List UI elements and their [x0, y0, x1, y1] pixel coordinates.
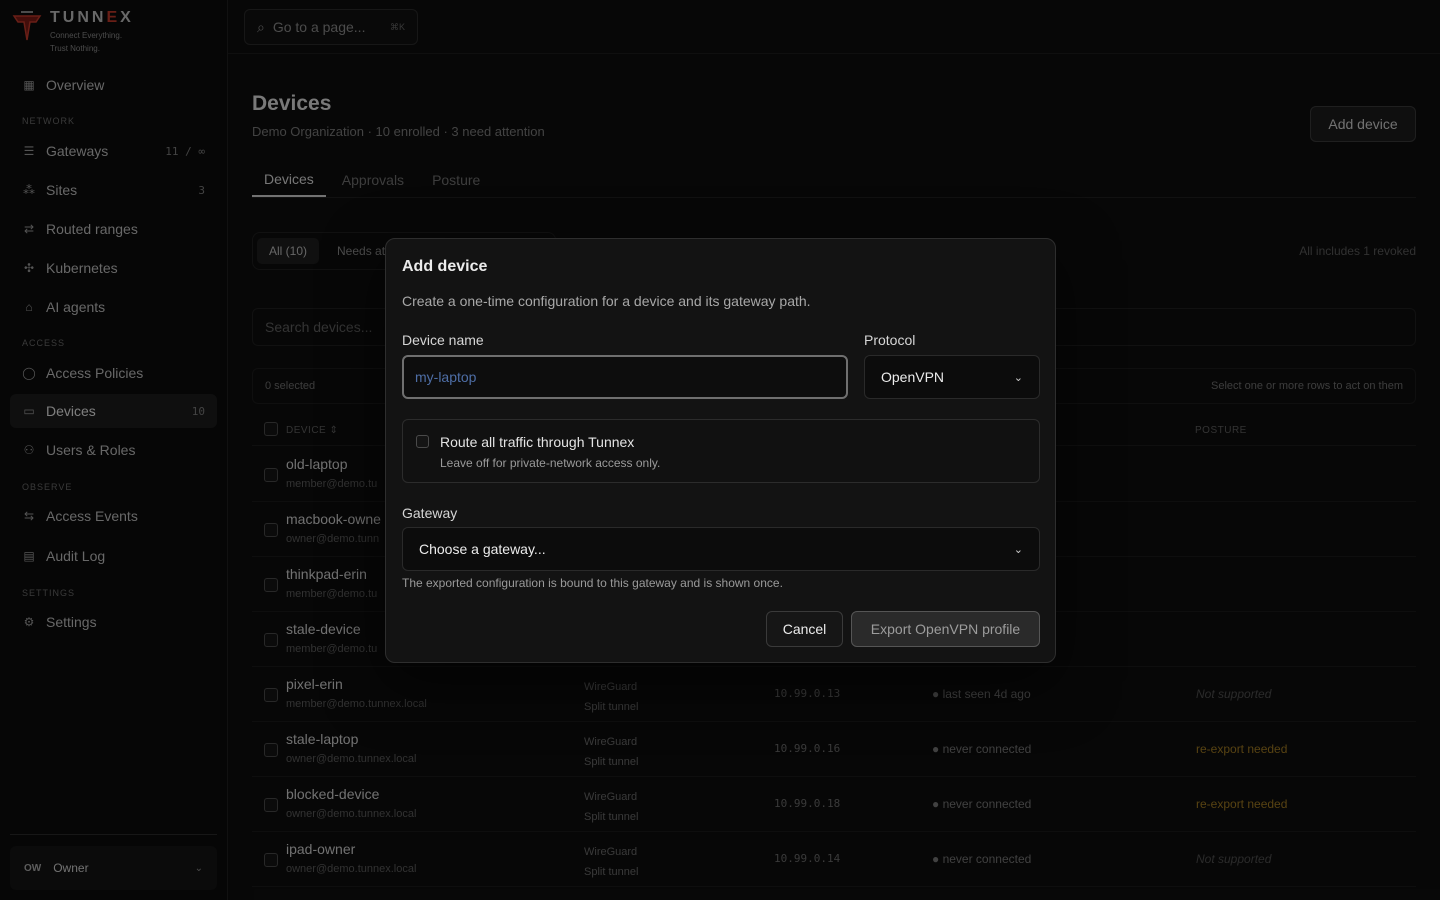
route-all-traffic-hint: Leave off for private-network access onl… [440, 456, 661, 470]
route-all-traffic-title: Route all traffic through Tunnex [440, 434, 635, 450]
dialog-title: Add device [402, 258, 488, 275]
protocol-label: Protocol [864, 332, 916, 348]
dialog-description: Create a one-time configuration for a de… [402, 293, 811, 309]
add-device-dialog: Add device Create a one-time configurati… [385, 238, 1056, 663]
chevron-down-icon: ⌄ [1013, 371, 1023, 384]
route-all-traffic-checkbox[interactable] [416, 435, 429, 448]
export-profile-button[interactable]: Export OpenVPN profile [851, 611, 1040, 647]
chevron-down-icon: ⌄ [1013, 543, 1023, 556]
gateway-note: The exported configuration is bound to t… [402, 576, 783, 590]
device-name-input[interactable] [402, 355, 848, 399]
protocol-value: OpenVPN [881, 369, 945, 385]
cancel-button[interactable]: Cancel [766, 611, 843, 647]
gateway-select[interactable]: Choose a gateway... ⌄ [402, 527, 1040, 571]
gateway-value: Choose a gateway... [419, 541, 546, 557]
device-name-label: Device name [402, 332, 484, 348]
protocol-select[interactable]: OpenVPN ⌄ [864, 355, 1040, 399]
route-all-traffic-option[interactable]: Route all traffic through Tunnex Leave o… [402, 419, 1040, 483]
gateway-label: Gateway [402, 505, 458, 521]
